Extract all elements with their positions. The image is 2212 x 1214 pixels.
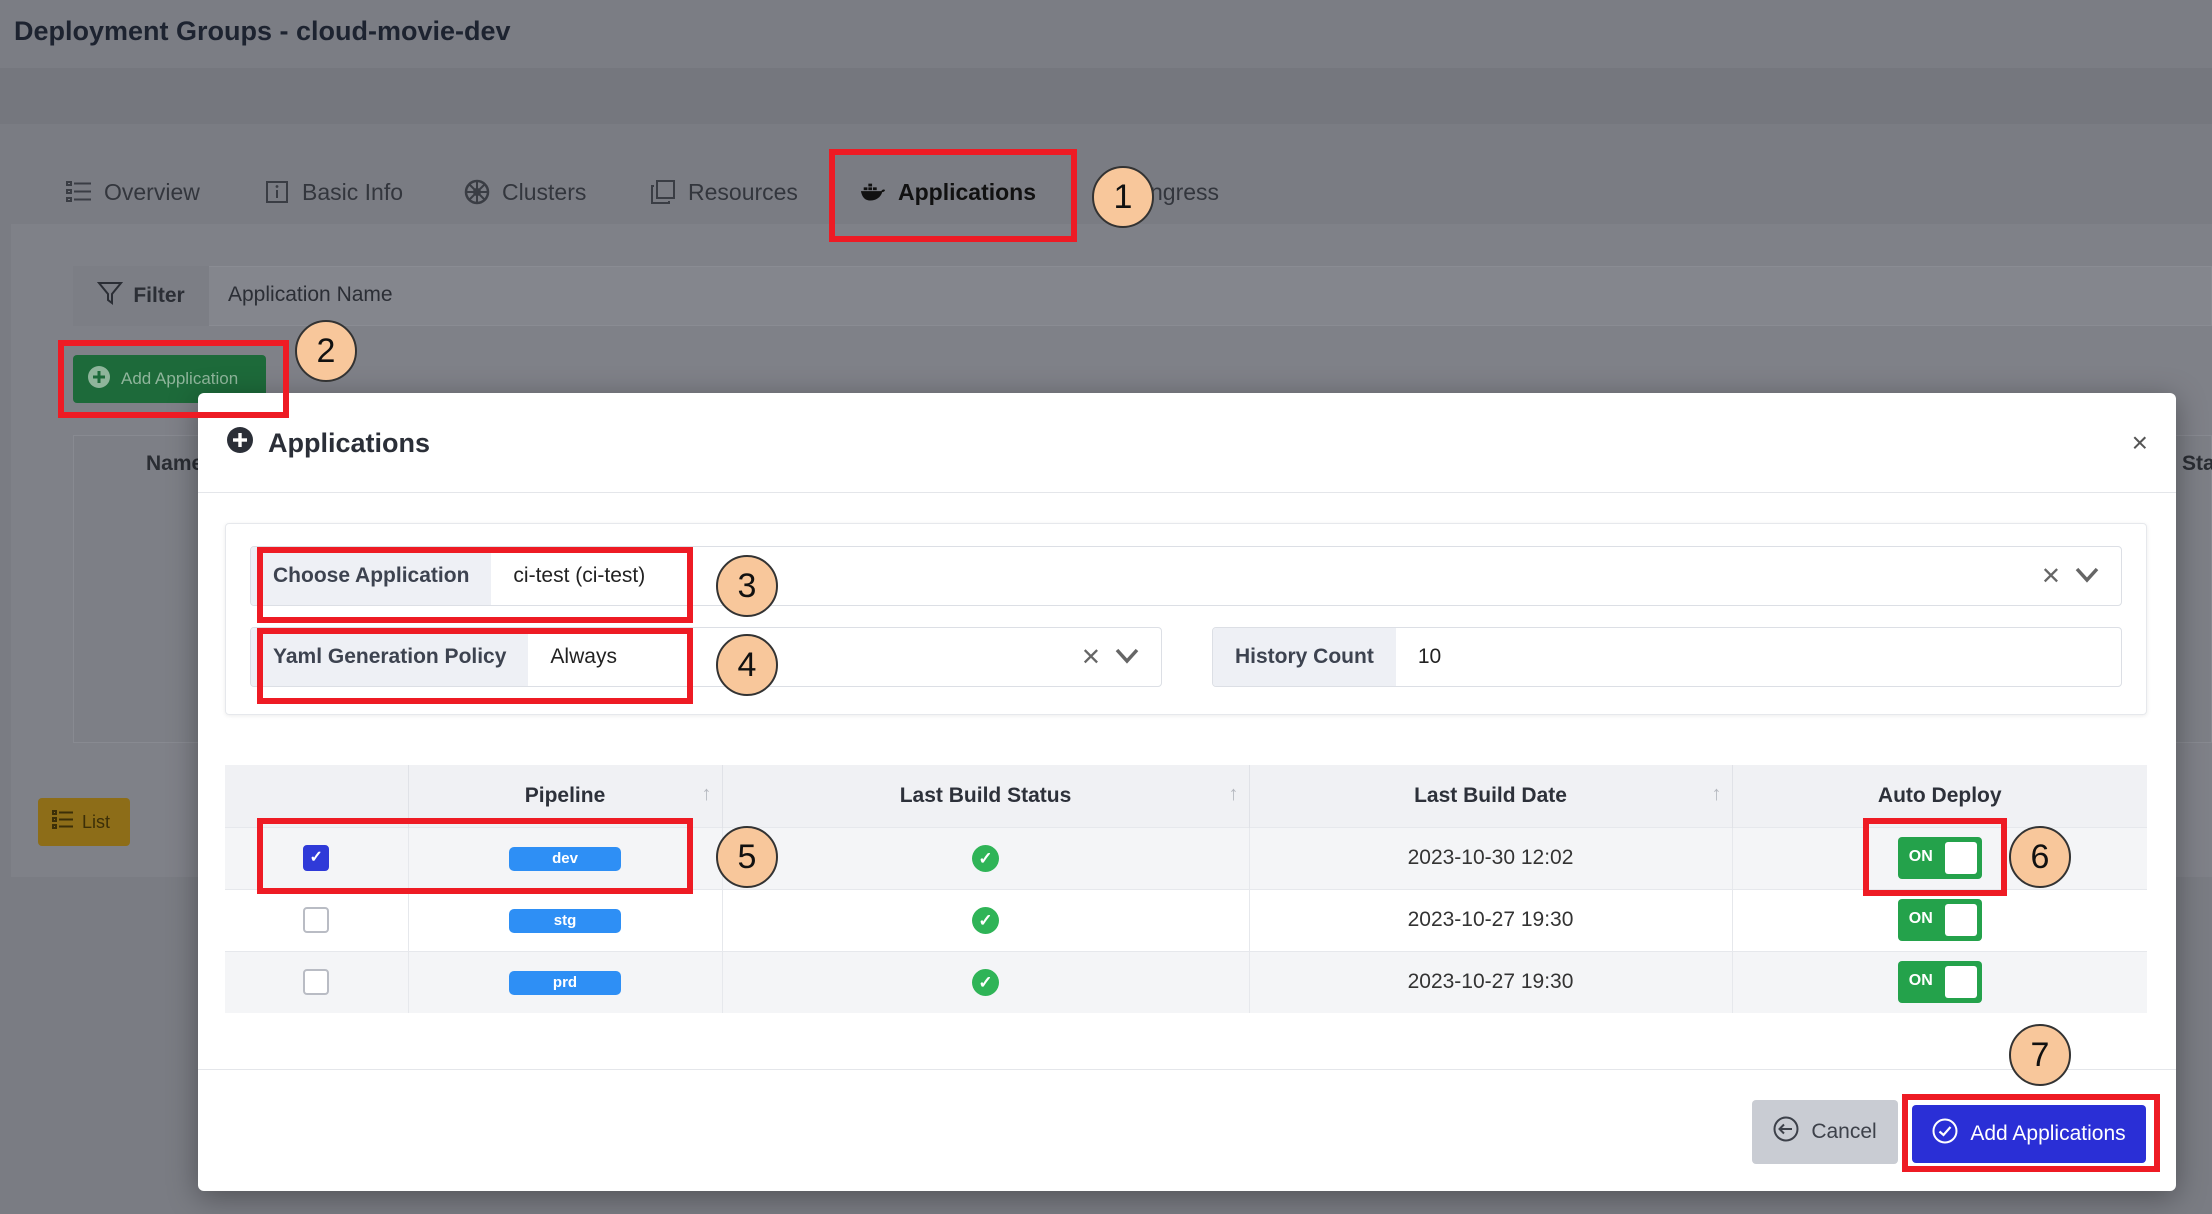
field-label: History Count	[1213, 628, 1396, 686]
column-label: Last Build Status	[899, 783, 1072, 807]
check-circle-icon: ✓	[972, 906, 999, 934]
modal-title-text: Applications	[268, 428, 431, 458]
tab-label: Clusters	[502, 178, 587, 205]
filter-icon	[97, 280, 124, 312]
clear-icon[interactable]: ✕	[1081, 643, 1101, 672]
pipeline-badge: stg	[509, 909, 621, 933]
close-icon[interactable]: ×	[2132, 427, 2148, 459]
sort-arrow-icon[interactable]: ↑	[702, 783, 712, 806]
filter-bar	[73, 266, 2212, 326]
filter-button[interactable]: Filter	[73, 266, 209, 326]
row-checkbox[interactable]: ✓	[303, 845, 330, 871]
tab-label: Applications	[898, 178, 1037, 205]
step-marker-1: 1	[1092, 166, 1154, 228]
toggle-knob	[1944, 904, 1977, 936]
tab-label: Overview	[104, 178, 200, 205]
pipeline-column-header[interactable]: Pipeline ↑	[408, 765, 723, 827]
field-label: Choose Application	[251, 547, 492, 605]
step-marker-3: 3	[716, 555, 778, 617]
cancel-label: Cancel	[1811, 1120, 1877, 1143]
list-button[interactable]: List	[38, 798, 130, 846]
toggle-label: ON	[1908, 910, 1933, 927]
tab-label: Basic Info	[302, 178, 403, 205]
choose-application-select[interactable]: Choose Application ci-test (ci-test) ✕	[250, 546, 2122, 606]
last-build-date: 2023-10-27 19:30	[1249, 950, 1733, 1013]
select-column-header	[225, 765, 409, 827]
toggle-label: ON	[1908, 848, 1933, 865]
step-marker-4: 4	[716, 634, 778, 696]
tab-resources[interactable]: Resources	[650, 174, 798, 210]
auto-deploy-column-header: Auto Deploy	[1732, 765, 2147, 827]
application-name-input[interactable]: Application Name	[228, 283, 393, 307]
tab-clusters[interactable]: Clusters	[464, 174, 586, 210]
step-marker-2: 2	[295, 320, 357, 382]
toggle-label: ON	[1908, 972, 1933, 990]
page-title: Deployment Groups - cloud-movie-dev	[14, 16, 511, 46]
status-column-header: Sta	[2182, 452, 2212, 475]
last-build-date-column-header[interactable]: Last Build Date ↑	[1249, 765, 1733, 827]
row-checkbox[interactable]	[303, 969, 330, 996]
filter-label: Filter	[133, 284, 185, 307]
pipeline-badge: dev	[509, 847, 621, 871]
chevron-down-icon[interactable]	[2075, 562, 2099, 590]
applications-modal: Applications × Choose Application ci-tes…	[198, 393, 2176, 1191]
copy-icon	[650, 179, 676, 205]
modal-title: Applications	[226, 426, 430, 461]
add-application-label: Add Application	[121, 369, 239, 388]
list-icon	[66, 179, 92, 205]
step-marker-7: 7	[2009, 1024, 2071, 1086]
docker-icon	[860, 179, 886, 205]
list-icon	[52, 809, 74, 835]
plus-circle-icon	[226, 426, 254, 461]
tab-label: ngress	[1150, 178, 1220, 205]
toggle-knob	[1944, 966, 1977, 999]
back-circle-icon	[1773, 1116, 1799, 1148]
tab-basic-info[interactable]: Basic Info	[264, 174, 403, 210]
last-build-date: 2023-10-27 19:30	[1249, 888, 1733, 951]
auto-deploy-toggle[interactable]: ON	[1897, 961, 1982, 1004]
add-applications-label: Add Applications	[1970, 1122, 2126, 1145]
pipeline-table: Pipeline ↑ Last Build Status ↑ Last Build …	[225, 765, 2147, 1013]
plus-circle-icon	[87, 365, 111, 394]
column-label: Pipeline	[524, 783, 606, 807]
table-row[interactable]: prd ✓ 2023-10-27 19:30 ON	[225, 950, 2147, 1013]
chevron-down-icon[interactable]	[1115, 643, 1139, 671]
step-marker-5: 5	[716, 826, 778, 888]
sort-arrow-icon[interactable]: ↑	[1712, 783, 1722, 806]
sort-arrow-icon[interactable]: ↑	[1229, 783, 1239, 806]
auto-deploy-toggle[interactable]: ON	[1897, 837, 1982, 879]
last-build-status-column-header[interactable]: Last Build Status ↑	[722, 765, 1250, 827]
table-row[interactable]: ✓ dev ✓ 2023-10-30 12:02 ON	[225, 826, 2147, 889]
name-column-header: Name	[146, 452, 204, 475]
cancel-button[interactable]: Cancel	[1752, 1100, 1898, 1164]
field-value: Always	[550, 645, 617, 668]
yaml-generation-policy-select[interactable]: Yaml Generation Policy Always ✕	[250, 627, 1162, 687]
history-count-field[interactable]: History Count 10	[1212, 627, 2122, 687]
tab-applications[interactable]: Applications	[860, 174, 1036, 210]
info-icon	[264, 179, 290, 205]
helm-icon	[464, 179, 490, 205]
tab-label: Resources	[688, 178, 798, 205]
page-strip	[0, 68, 2212, 124]
modal-header: Applications ×	[198, 393, 2176, 493]
row-checkbox[interactable]	[303, 907, 330, 933]
check-circle-icon: ✓	[972, 844, 999, 872]
table-row[interactable]: stg ✓ 2023-10-27 19:30 ON	[225, 888, 2147, 951]
pipeline-badge: prd	[509, 971, 621, 996]
tab-overview[interactable]: Overview	[66, 174, 200, 210]
add-applications-button[interactable]: Add Applications	[1912, 1105, 2146, 1163]
history-count-input[interactable]: 10	[1396, 628, 2121, 686]
auto-deploy-toggle[interactable]: ON	[1897, 899, 1982, 941]
check-circle-icon	[1932, 1118, 1958, 1150]
list-label: List	[82, 811, 111, 832]
column-label: Last Build Date	[1414, 783, 1567, 807]
field-label: Yaml Generation Policy	[251, 628, 529, 686]
toggle-knob	[1944, 842, 1977, 874]
check-circle-icon: ✓	[972, 968, 999, 996]
tab-ingress[interactable]: ngress	[1150, 174, 1219, 210]
last-build-date: 2023-10-30 12:02	[1249, 826, 1733, 889]
modal-footer-divider	[198, 1069, 2176, 1070]
step-marker-6: 6	[2009, 826, 2071, 888]
clear-icon[interactable]: ✕	[2041, 562, 2061, 591]
